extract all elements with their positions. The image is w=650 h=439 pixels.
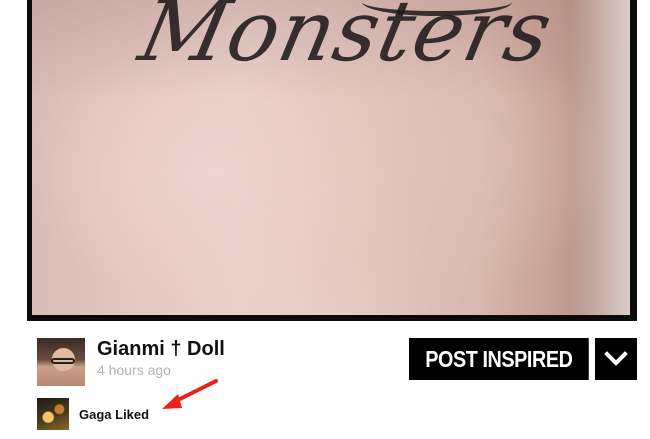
author-avatar[interactable] (37, 338, 85, 386)
post-inspired-button[interactable]: POST INSPIRED (409, 338, 589, 380)
post-image-frame: Monsters (27, 0, 637, 321)
avatar-glasses (51, 358, 75, 364)
liked-by-label[interactable]: Gaga Liked (79, 407, 149, 422)
more-options-button[interactable] (595, 338, 637, 380)
tattoo-text: Monsters (131, 0, 561, 80)
chevron-down-icon (604, 351, 628, 366)
post-timestamp: 4 hours ago (97, 362, 171, 378)
author-name[interactable]: Gianmi † Doll (97, 338, 225, 361)
liker-avatar[interactable] (37, 398, 69, 430)
post-image[interactable]: Monsters (32, 0, 630, 315)
red-arrow-annotation (162, 379, 218, 409)
